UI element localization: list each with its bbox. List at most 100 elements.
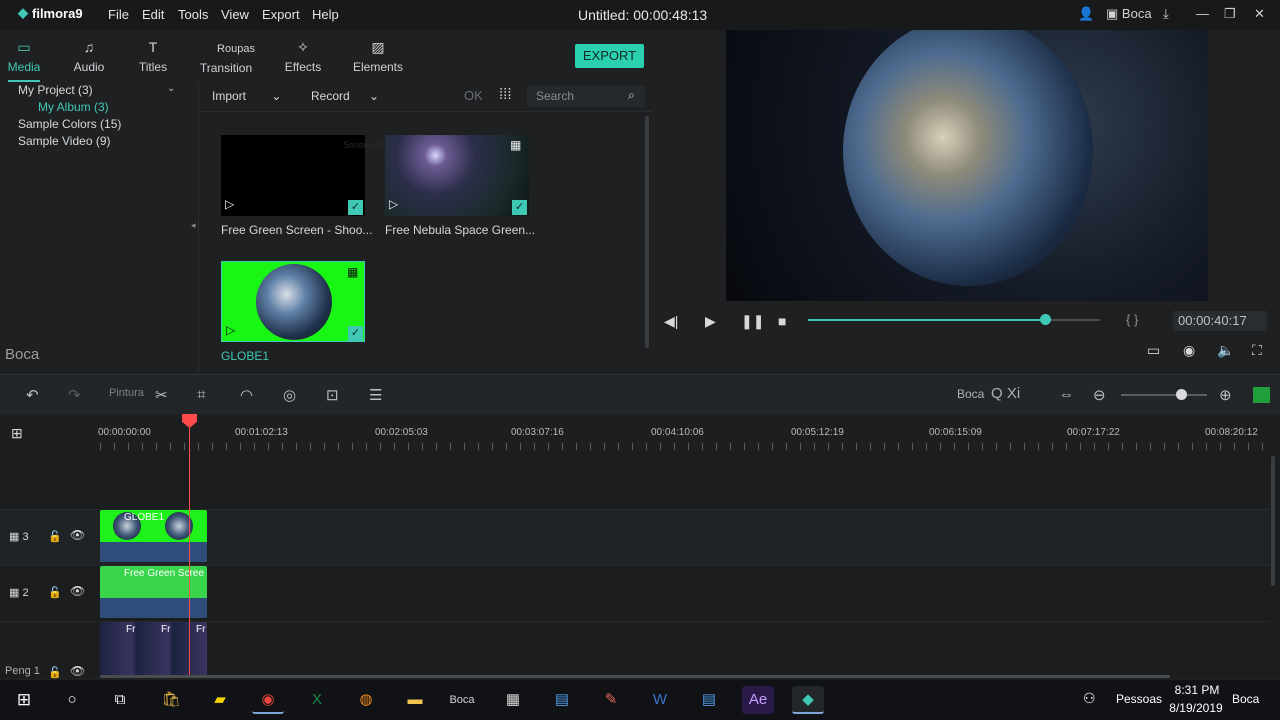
color-icon[interactable]: ◎ xyxy=(283,386,296,404)
chrome-icon[interactable]: ◉ xyxy=(252,686,284,714)
prev-frame-button[interactable]: ◀| xyxy=(664,313,678,330)
timeline-clip-nebula[interactable]: Fr Fr Fr xyxy=(100,622,207,676)
video-clip-icon: ▷ xyxy=(389,197,399,211)
zoom-out-icon[interactable]: ⊖ xyxy=(1093,386,1106,404)
track-label-1: Peng 1 xyxy=(5,665,40,677)
lock-icon[interactable]: 🔓 xyxy=(48,530,62,543)
task-view-icon[interactable]: ⧉ xyxy=(104,686,136,714)
taskbar-boca-app[interactable]: Boca xyxy=(446,686,478,714)
pause-button[interactable]: ❚❚ xyxy=(741,313,764,330)
close-button[interactable]: ✕ xyxy=(1254,6,1265,22)
timeline-clip-globe[interactable]: GLOBE1 xyxy=(100,510,207,562)
sticky-notes-icon[interactable]: ▰ xyxy=(204,686,236,714)
ok-button[interactable]: OK xyxy=(464,88,483,103)
language-indicator[interactable]: Boca xyxy=(1232,692,1259,706)
search-icon[interactable]: ⌕ xyxy=(628,88,635,103)
redo-icon[interactable]: ↷ xyxy=(68,386,81,404)
folder-my-album[interactable]: My Album (3) xyxy=(38,100,109,114)
download-icon[interactable]: ⤓ xyxy=(1163,6,1169,22)
minimize-button[interactable]: — xyxy=(1196,6,1209,21)
folder-sample-colors[interactable]: Sample Colors (15) xyxy=(18,117,121,131)
paint-icon[interactable]: ✎ xyxy=(595,686,627,714)
timeline-v-scrollbar[interactable] xyxy=(1271,456,1275,586)
media-thumb-globe[interactable]: ▦ ▷ ✓ xyxy=(221,261,365,342)
zoom-slider[interactable] xyxy=(1121,389,1207,400)
file-explorer-icon[interactable]: ▬ xyxy=(399,686,431,714)
lock-icon[interactable]: 🔓 xyxy=(48,666,62,679)
news-app-icon[interactable]: ▤ xyxy=(693,686,725,714)
firefox-icon[interactable]: ◍ xyxy=(350,686,382,714)
audio-meter-icon[interactable] xyxy=(1253,387,1270,403)
word-icon[interactable]: W xyxy=(644,686,676,714)
after-effects-icon[interactable]: Ae xyxy=(742,686,774,714)
display-settings-icon[interactable]: ▭ xyxy=(1147,342,1160,359)
eye-icon[interactable]: 👁 xyxy=(70,664,85,678)
eye-icon[interactable]: 👁 xyxy=(70,528,85,542)
menu-tools[interactable]: Tools xyxy=(178,7,208,22)
mark-in-out-buttons[interactable]: { } xyxy=(1126,312,1138,327)
add-track-icon[interactable]: ⊞ xyxy=(11,425,23,442)
window-app-icon[interactable]: ▤ xyxy=(546,686,578,714)
folder-sample-video[interactable]: Sample Video (9) xyxy=(18,134,111,148)
excel-icon[interactable]: X xyxy=(301,686,333,714)
clip-label: GLOBE1 xyxy=(124,512,165,523)
media-thumb-green-screen[interactable]: Sonolento ▷ ✓ xyxy=(221,135,384,216)
audio-adjust-icon[interactable]: ☰ xyxy=(369,386,382,404)
maximize-button[interactable]: ❐ xyxy=(1224,6,1236,22)
undo-icon[interactable]: ↶ xyxy=(26,386,39,404)
account-button[interactable]: ▣ Boca xyxy=(1106,6,1152,22)
title-duration: 00:00:48:13 xyxy=(633,7,708,23)
menu-file[interactable]: File xyxy=(108,7,129,22)
menu-view[interactable]: View xyxy=(221,7,249,22)
tab-elements[interactable]: ▨ Elements xyxy=(348,38,408,74)
tab-effects[interactable]: ✧ Effects xyxy=(273,38,333,74)
checkmark-icon: ✓ xyxy=(348,200,363,215)
tab-media[interactable]: ▭ Media xyxy=(0,38,54,74)
record-dropdown[interactable]: Record ⌄ xyxy=(311,89,379,103)
media-thumb-nebula[interactable]: ▦ ▷ ✓ xyxy=(385,135,529,216)
collapse-panel-icon[interactable]: ◂ xyxy=(191,220,196,231)
clock-time[interactable]: 8:31 PM xyxy=(1172,683,1222,697)
timeline-h-scrollbar[interactable] xyxy=(100,675,1170,678)
fullscreen-icon[interactable]: ⛶ xyxy=(1252,342,1262,359)
tab-transition[interactable]: Transition xyxy=(196,61,256,75)
start-button[interactable]: ⊞ xyxy=(8,686,40,714)
tab-audio[interactable]: ♫ Audio xyxy=(59,38,119,74)
speed-icon[interactable]: ◠ xyxy=(240,386,253,404)
export-button[interactable]: EXPORT xyxy=(575,44,644,68)
tab-titles[interactable]: T Titles xyxy=(123,38,183,74)
lock-icon[interactable]: 🔓 xyxy=(48,586,62,599)
fit-timeline-icon[interactable]: ⇔ xyxy=(1059,386,1074,403)
menu-export[interactable]: Export xyxy=(262,7,300,22)
import-dropdown[interactable]: Import ⌄ xyxy=(212,89,281,103)
volume-icon[interactable]: 🔈 xyxy=(1217,342,1234,359)
search-input[interactable]: Search xyxy=(536,89,574,103)
cut-icon[interactable]: ✂ xyxy=(155,386,168,404)
people-icon[interactable]: ⚇ xyxy=(1083,690,1096,707)
cortana-icon[interactable]: ○ xyxy=(56,686,88,714)
filmora-taskbar-icon[interactable]: ◆ xyxy=(792,686,824,714)
menu-help[interactable]: Help xyxy=(312,7,339,22)
chevron-down-icon[interactable]: ⌄ xyxy=(167,83,175,94)
gallery-scrollbar[interactable] xyxy=(645,116,649,348)
snapshot-icon[interactable]: ◉ xyxy=(1183,342,1195,359)
timeline-clip-green-screen[interactable]: Free Green Scree xyxy=(100,566,207,618)
folder-my-project[interactable]: My Project (3) xyxy=(18,83,93,97)
green-screen-icon[interactable]: ⊡ xyxy=(326,386,339,404)
user-icon[interactable]: 👤 xyxy=(1078,6,1094,22)
media-caption: GLOBE1 xyxy=(221,349,270,363)
stop-button[interactable]: ■ xyxy=(778,313,786,329)
playback-knob[interactable] xyxy=(1039,314,1051,325)
crop-icon[interactable]: ⌗ xyxy=(197,386,205,403)
zoom-in-icon[interactable]: ⊕ xyxy=(1219,386,1232,404)
calculator-icon[interactable]: ▦ xyxy=(497,686,529,714)
play-button[interactable]: ▶ xyxy=(705,313,716,330)
eye-icon[interactable]: 👁 xyxy=(70,584,85,598)
menu-edit[interactable]: Edit xyxy=(142,7,164,22)
grid-view-icon[interactable]: ⁞⁞⁞ xyxy=(499,86,512,103)
playback-slider[interactable] xyxy=(808,314,1100,325)
clock-date[interactable]: 8/19/2019 xyxy=(1166,701,1226,715)
search-box[interactable]: Search ⌕ xyxy=(527,86,645,107)
people-label[interactable]: Pessoas xyxy=(1116,692,1162,706)
store-icon[interactable]: 🛍 xyxy=(155,686,187,714)
